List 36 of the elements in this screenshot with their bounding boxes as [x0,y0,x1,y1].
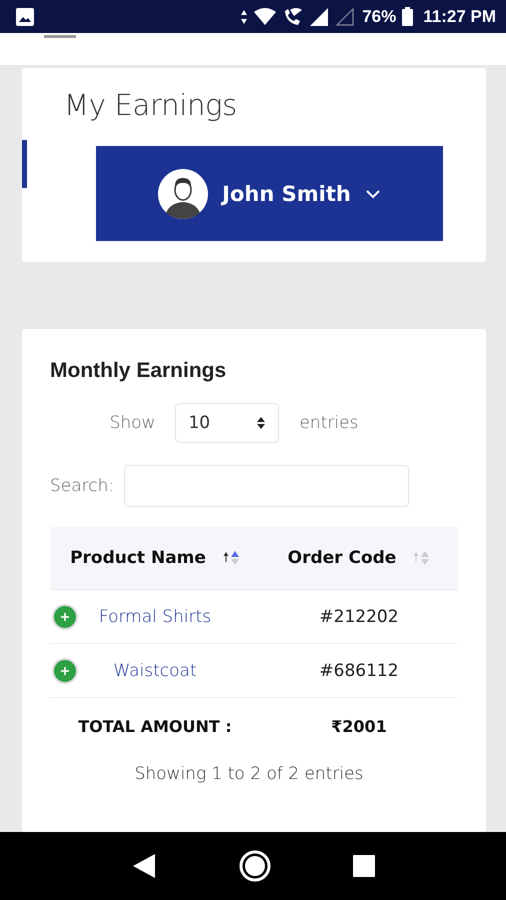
recents-icon[interactable] [353,855,376,877]
wifi-icon [254,8,276,26]
home-icon[interactable] [238,849,272,883]
data-arrows-icon [240,8,248,24]
table-info: Showing 1 to 2 of 2 entries [134,764,364,784]
order-code: #212202 [318,606,400,626]
avatar-icon [158,168,208,218]
wifi-calling-icon [282,6,304,26]
menu-icon [44,33,76,39]
product-link[interactable]: Formal Shirts [98,606,212,626]
signal-icon [310,8,330,26]
show-label: Show [110,413,156,433]
accent-bar [22,140,27,188]
column-header[interactable]: Order Code [260,527,458,589]
page-title: My Earnings [64,88,238,122]
card-title: Monthly Earnings [50,359,228,383]
plus-circle-icon[interactable] [52,604,78,630]
clock: 11:27 PM [423,6,496,26]
user-menu-button[interactable]: John Smith [96,146,443,241]
total-label: TOTAL AMOUNT : [77,716,233,736]
entries-select[interactable]: 10 [175,403,280,443]
updown-icon [256,416,266,430]
image-icon [16,8,34,26]
plus-circle-icon[interactable] [52,658,78,684]
chevron-down-icon [364,188,381,198]
product-link[interactable]: Waistcoat [113,660,197,680]
column-header[interactable]: Product Name [50,527,260,589]
search-field[interactable] [124,465,410,507]
empty-signal-icon [336,8,356,26]
entries-label: entries [299,413,358,433]
battery-percent: 76% [362,6,396,26]
search-label: Search: [50,476,114,496]
total-value: ₹2001 [330,716,388,736]
order-code: #686112 [318,660,400,680]
battery-icon [402,7,414,26]
back-icon[interactable] [130,852,157,880]
